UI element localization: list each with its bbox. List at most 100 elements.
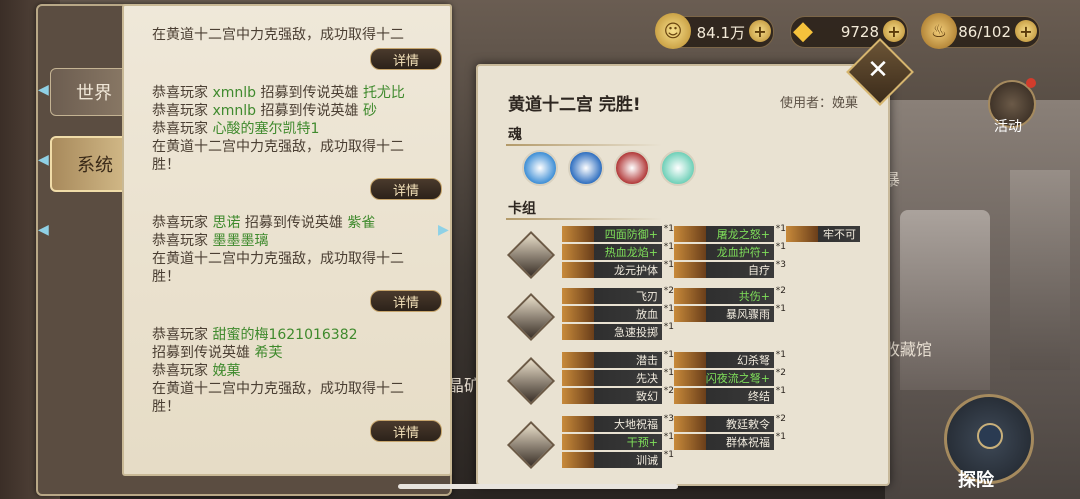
player-name-link[interactable]: 砂	[363, 103, 377, 119]
skill-card[interactable]: 龙元护体 *1	[562, 260, 674, 278]
card-name: 急速投掷	[614, 326, 658, 339]
card-count: *1	[663, 242, 674, 252]
card-name: 终结	[748, 390, 770, 403]
soul-wind-icon[interactable]	[660, 150, 696, 186]
card-art-icon	[562, 388, 594, 404]
message-text: 招募到传说英雄	[240, 215, 348, 231]
gold-counter: ☺ 84.1万 +	[655, 13, 774, 49]
skill-card[interactable]: 群体祝福 *1	[674, 432, 786, 450]
tab-system-label: 系统	[77, 155, 113, 176]
skill-card[interactable]: 闪夜流之弩+ *2	[674, 368, 786, 386]
card-art-icon	[562, 452, 594, 468]
card-name: 热血龙焰+	[604, 246, 658, 259]
add-gold-button[interactable]: +	[749, 20, 771, 42]
card-count: *1	[663, 368, 674, 378]
card-count: *1	[663, 322, 674, 332]
skill-card[interactable]: 潜击 *1	[562, 350, 674, 368]
chevron-left-icon: ◀	[38, 152, 49, 168]
skill-card[interactable]: 终结 *1	[674, 386, 786, 404]
skill-card[interactable]: 急速投掷 *1	[562, 322, 674, 340]
chat-message-line: 恭喜玩家 娩菓	[152, 362, 240, 380]
message-text: 招募到传说英雄	[152, 345, 255, 361]
player-name-link[interactable]: xmnlb	[212, 85, 256, 101]
skill-card[interactable]: 干预+ *1	[562, 432, 674, 450]
dialog-title: 黄道十二宫 完胜!	[508, 95, 641, 115]
dialog-user: 使用者：娩菓	[779, 96, 858, 111]
skill-card[interactable]: 幻杀弩 *1	[674, 350, 786, 368]
message-text: 在黄道十二宫中力克强敌，成功取得十二	[152, 27, 404, 43]
detail-button[interactable]: 详情	[370, 48, 442, 70]
skill-card[interactable]: 龙血护符+ *1	[674, 242, 786, 260]
skill-card[interactable]: 训诫 *1	[562, 450, 674, 468]
card-count: *1	[663, 304, 674, 314]
card-count: *1	[663, 350, 674, 360]
card-name: 龙元护体	[614, 264, 658, 277]
player-name-link[interactable]: 托尤比	[363, 85, 405, 101]
skill-card[interactable]: 飞刃 *2	[562, 286, 674, 304]
divider	[506, 218, 662, 220]
card-count: *1	[663, 432, 674, 442]
skill-card[interactable]: 自疗 *3	[674, 260, 786, 278]
card-name: 干预+	[626, 436, 658, 449]
card-art-icon	[562, 226, 594, 242]
diamond-counter: ◆ 9728 +	[790, 16, 908, 48]
close-icon[interactable]: ✕	[856, 48, 900, 92]
player-name-link[interactable]: 甜蜜的梅1621016382	[212, 327, 357, 343]
skill-card[interactable]: 牢不可	[786, 226, 860, 242]
skill-card[interactable]: 四面防御+ *1	[562, 224, 674, 242]
detail-button[interactable]: 详情	[370, 290, 442, 312]
skill-card[interactable]: 暴风骤雨 *1	[674, 304, 786, 322]
player-name-link[interactable]: 紫雀	[347, 215, 375, 231]
player-name-link[interactable]: xmnlb	[212, 103, 256, 119]
detail-button[interactable]: 详情	[370, 178, 442, 200]
player-name-link[interactable]: 心酸的塞尔凯特1	[212, 121, 319, 137]
hero-portrait[interactable]	[506, 230, 556, 280]
soul-fire-icon[interactable]	[614, 150, 650, 186]
player-name-link[interactable]: 墨墨墨璃	[212, 233, 268, 249]
message-text: 恭喜玩家	[152, 85, 213, 101]
card-count: *2	[775, 414, 786, 424]
card-name: 幻杀弩	[737, 354, 770, 367]
message-text: 在黄道十二宫中力克强敌，成功取得十二	[152, 251, 404, 267]
soul-ice-icon[interactable]	[522, 150, 558, 186]
player-name-link[interactable]: 思诺	[212, 215, 240, 231]
stamina-counter: ♨ 86/102 +	[921, 13, 1040, 49]
skill-card[interactable]: 放血 *1	[562, 304, 674, 322]
hero-portrait[interactable]	[506, 356, 556, 406]
card-name: 牢不可	[823, 228, 856, 241]
detail-button[interactable]: 详情	[370, 420, 442, 442]
card-name: 暴风骤雨	[726, 308, 770, 321]
card-count: *1	[663, 450, 674, 460]
chat-message-list[interactable]: 在黄道十二宫中力克强敌，成功取得十二 详情 恭喜玩家 xmnlb 招募到传说英雄 托…	[122, 4, 452, 476]
card-art-icon	[674, 226, 706, 242]
player-name-link[interactable]: 希芙	[254, 345, 282, 361]
card-count: *3	[775, 260, 786, 270]
add-diamond-button[interactable]: +	[883, 20, 905, 42]
card-art-icon	[562, 434, 594, 450]
player-name-link[interactable]: 娩菓	[212, 363, 240, 379]
hero-portrait[interactable]	[506, 292, 556, 342]
skill-card[interactable]: 大地祝福 *3	[562, 414, 674, 432]
soul-water-icon[interactable]	[568, 150, 604, 186]
background-tower	[1010, 170, 1070, 370]
card-art-icon	[562, 370, 594, 386]
card-name: 四面防御+	[604, 228, 658, 241]
tab-world-label: 世界	[76, 83, 112, 104]
skill-card[interactable]: 先决 *1	[562, 368, 674, 386]
skill-card[interactable]: 屠龙之怒+ *1	[674, 224, 786, 242]
add-stamina-button[interactable]: +	[1015, 20, 1037, 42]
chat-message-line: 恭喜玩家 甜蜜的梅1621016382	[152, 326, 358, 344]
chat-message-line: 在黄道十二宫中力克强敌，成功取得十二	[152, 138, 404, 156]
collection-building-label[interactable]: 收藏馆	[884, 336, 932, 360]
hero-portrait[interactable]	[506, 420, 556, 470]
chat-message-line: 胜！	[152, 268, 180, 286]
chat-message-line: 恭喜玩家 xmnlb 招募到传说英雄 砂	[152, 102, 377, 120]
gold-coin-icon: ☺	[655, 13, 691, 49]
card-name: 龙血护符+	[716, 246, 770, 259]
skill-card[interactable]: 教廷敕令 *2	[674, 414, 786, 432]
card-name: 闪夜流之弩+	[705, 372, 770, 385]
deck-section-label: 卡组	[508, 201, 536, 217]
skill-card[interactable]: 共伤+ *2	[674, 286, 786, 304]
skill-card[interactable]: 热血龙焰+ *1	[562, 242, 674, 260]
skill-card[interactable]: 致幻 *2	[562, 386, 674, 404]
